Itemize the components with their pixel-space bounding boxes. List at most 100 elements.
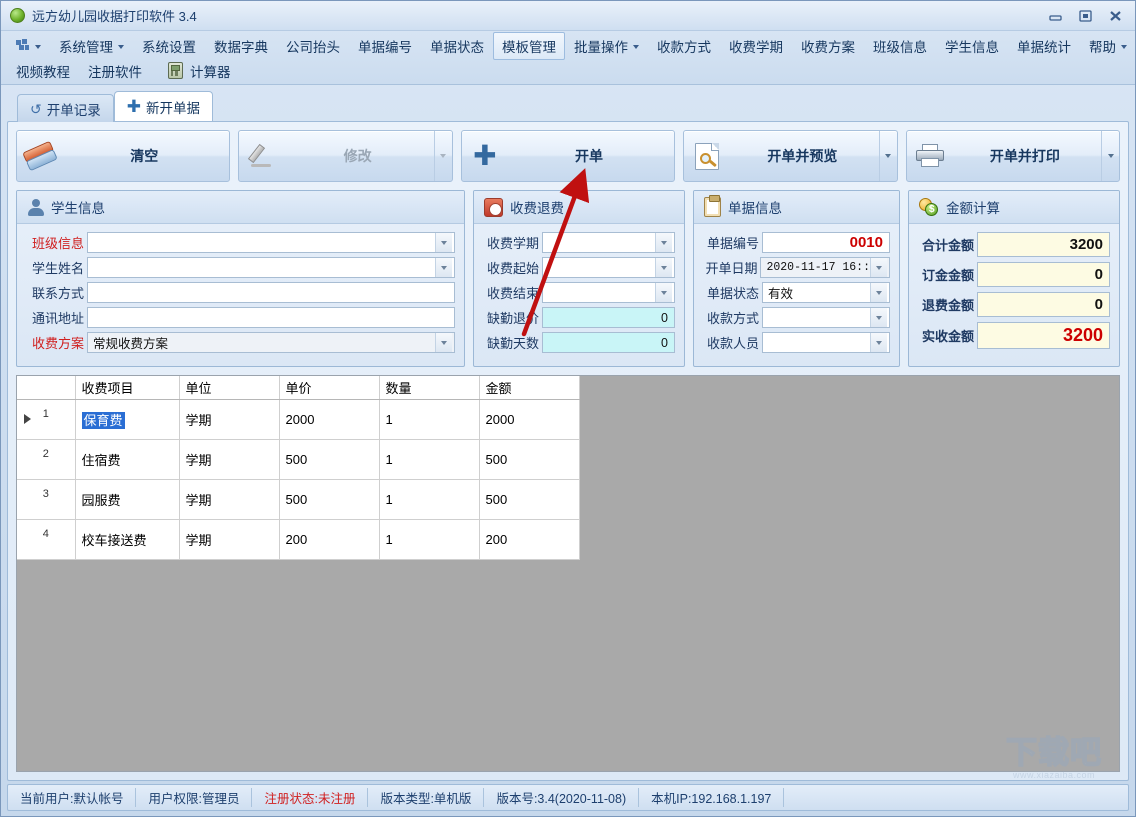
modify-dropdown-toggle[interactable] xyxy=(433,131,452,181)
menu-item-grid[interactable] xyxy=(7,35,50,57)
cell-price[interactable]: 500 xyxy=(279,439,380,480)
chevron-down-icon[interactable] xyxy=(655,283,672,302)
menu-item-template-management[interactable]: 模板管理 xyxy=(493,31,565,60)
absence-days-input[interactable]: 0 xyxy=(542,332,675,353)
cell-qty[interactable]: 1 xyxy=(379,519,480,560)
fee-plan-select[interactable]: 常规收费方案 xyxy=(87,332,455,353)
tab-label: 开单记录 xyxy=(46,102,101,118)
minimize-icon[interactable] xyxy=(1041,6,1069,26)
menu-item-document-number[interactable]: 单据编号 xyxy=(349,32,421,60)
address-input[interactable] xyxy=(87,307,455,328)
payment-method-select[interactable] xyxy=(762,307,890,328)
menu-item-help[interactable]: 帮助 xyxy=(1080,32,1136,60)
preview-dropdown-toggle[interactable] xyxy=(878,131,897,181)
document-date-input[interactable]: 2020-11-17 16:: xyxy=(760,257,890,278)
menu-item-document-statistics[interactable]: 单据统计 xyxy=(1008,32,1080,60)
chevron-down-icon[interactable] xyxy=(655,233,672,252)
cell-unit[interactable]: 学期 xyxy=(179,439,280,480)
fee-end-select[interactable] xyxy=(542,282,675,303)
absence-refund-price-input[interactable]: 0 xyxy=(542,307,675,328)
cell-amount[interactable]: 500 xyxy=(479,439,580,480)
cell-price[interactable]: 200 xyxy=(279,519,380,560)
document-status-select[interactable]: 有效 xyxy=(762,282,890,303)
fee-items-grid[interactable]: 收费项目 单位 单价 数量 金额 1 保育费 学期 2000 1 2000 2 … xyxy=(16,375,1120,772)
cell-amount[interactable]: 500 xyxy=(479,479,580,520)
close-icon[interactable] xyxy=(1101,6,1129,26)
menu-item-system-management[interactable]: 系统管理 xyxy=(50,32,133,60)
create-and-preview-button[interactable]: 开单并预览 xyxy=(683,130,898,182)
cell-price[interactable]: 500 xyxy=(279,479,380,520)
button-label: 修改 xyxy=(343,148,372,164)
tab-new-document[interactable]: ✚ 新开单据 xyxy=(113,91,213,121)
chevron-down-icon[interactable] xyxy=(870,308,887,327)
contact-input[interactable] xyxy=(87,282,455,303)
clear-button[interactable]: 清空 xyxy=(16,130,231,182)
chevron-down-icon[interactable] xyxy=(870,283,887,302)
chevron-down-icon[interactable] xyxy=(870,258,887,277)
column-header-unit[interactable]: 单位 xyxy=(179,376,280,400)
cashier-select[interactable] xyxy=(762,332,890,353)
menu-item-class-info[interactable]: 班级信息 xyxy=(864,32,936,60)
create-document-button[interactable]: ✚ 开单 xyxy=(460,130,676,182)
maximize-icon[interactable] xyxy=(1071,6,1099,26)
menu-item-document-status[interactable]: 单据状态 xyxy=(421,32,493,60)
chevron-down-icon[interactable] xyxy=(435,333,452,352)
cell-item[interactable]: 保育费 xyxy=(75,399,180,440)
chevron-down-icon[interactable] xyxy=(435,258,452,277)
menu-item-video-tutorial[interactable]: 视频教程 xyxy=(7,57,79,85)
received-amount-input[interactable]: 3200 xyxy=(977,322,1110,349)
menu-item-batch-operations[interactable]: 批量操作 xyxy=(565,32,648,60)
menu-item-register-software[interactable]: 注册软件 xyxy=(79,57,151,85)
cell-amount[interactable]: 2000 xyxy=(479,399,580,440)
cell-unit[interactable]: 学期 xyxy=(179,399,280,440)
student-name-input[interactable] xyxy=(87,257,455,278)
column-header-item[interactable]: 收费项目 xyxy=(75,376,180,400)
chevron-down-icon[interactable] xyxy=(435,233,452,252)
tab-billing-records[interactable]: ↺ 开单记录 xyxy=(17,94,114,122)
cell-item[interactable]: 园服费 xyxy=(75,479,180,520)
cell-item[interactable]: 校车接送费 xyxy=(75,519,180,560)
create-and-print-button[interactable]: 开单并打印 xyxy=(905,130,1121,182)
field-payment-method: 收款方式 xyxy=(703,307,890,328)
cell-unit[interactable]: 学期 xyxy=(179,519,280,560)
menu-item-calculator[interactable]: 计算器 xyxy=(159,57,240,85)
total-amount-input[interactable]: 3200 xyxy=(977,232,1110,257)
menu-item-data-dictionary[interactable]: 数据字典 xyxy=(205,32,277,60)
cell-unit[interactable]: 学期 xyxy=(179,479,280,520)
menu-item-payment-method[interactable]: 收款方式 xyxy=(648,32,720,60)
column-header-amount[interactable]: 金额 xyxy=(479,376,580,400)
chevron-down-icon[interactable] xyxy=(870,333,887,352)
table-row[interactable]: 3 园服费 学期 500 1 500 xyxy=(17,479,580,520)
deposit-amount-input[interactable]: 0 xyxy=(977,262,1110,287)
menu-item-student-info[interactable]: 学生信息 xyxy=(936,32,1008,60)
chevron-down-icon[interactable] xyxy=(655,258,672,277)
cell-amount[interactable]: 200 xyxy=(479,519,580,560)
refund-amount-input[interactable]: 0 xyxy=(977,292,1110,317)
cell-qty[interactable]: 1 xyxy=(379,479,480,520)
cell-qty[interactable]: 1 xyxy=(379,399,480,440)
column-header-qty[interactable]: 数量 xyxy=(379,376,480,400)
table-row[interactable]: 1 保育费 学期 2000 1 2000 xyxy=(17,399,580,440)
cell-price[interactable]: 2000 xyxy=(279,399,380,440)
modify-button[interactable]: 修改 xyxy=(238,130,453,182)
menu-item-fee-term[interactable]: 收费学期 xyxy=(720,32,792,60)
print-dropdown-toggle[interactable] xyxy=(1101,131,1119,181)
table-row[interactable]: 4 校车接送费 学期 200 1 200 xyxy=(17,519,580,560)
cell-qty[interactable]: 1 xyxy=(379,439,480,480)
column-header-price[interactable]: 单价 xyxy=(279,376,380,400)
row-header[interactable]: 2 xyxy=(17,439,76,480)
fee-term-select[interactable] xyxy=(542,232,675,253)
fee-start-select[interactable] xyxy=(542,257,675,278)
row-header[interactable]: 1 xyxy=(17,399,76,440)
row-header[interactable]: 4 xyxy=(17,519,76,560)
table-row[interactable]: 2 住宿费 学期 500 1 500 xyxy=(17,439,580,480)
row-header[interactable]: 3 xyxy=(17,479,76,520)
cell-item[interactable]: 住宿费 xyxy=(75,439,180,480)
menu-item-company-header[interactable]: 公司抬头 xyxy=(277,32,349,60)
panel-amount-calculation: $ 金额计算 合计金额 3200 订金金额 0 退费金额 0 实收金额 3200 xyxy=(908,190,1120,367)
document-number-input[interactable]: 0010 xyxy=(762,232,890,253)
menu-item-fee-plan[interactable]: 收费方案 xyxy=(792,32,864,60)
menu-item-system-settings[interactable]: 系统设置 xyxy=(133,32,205,60)
class-info-input[interactable] xyxy=(87,232,455,253)
panel-header: 收费退费 xyxy=(474,191,684,224)
